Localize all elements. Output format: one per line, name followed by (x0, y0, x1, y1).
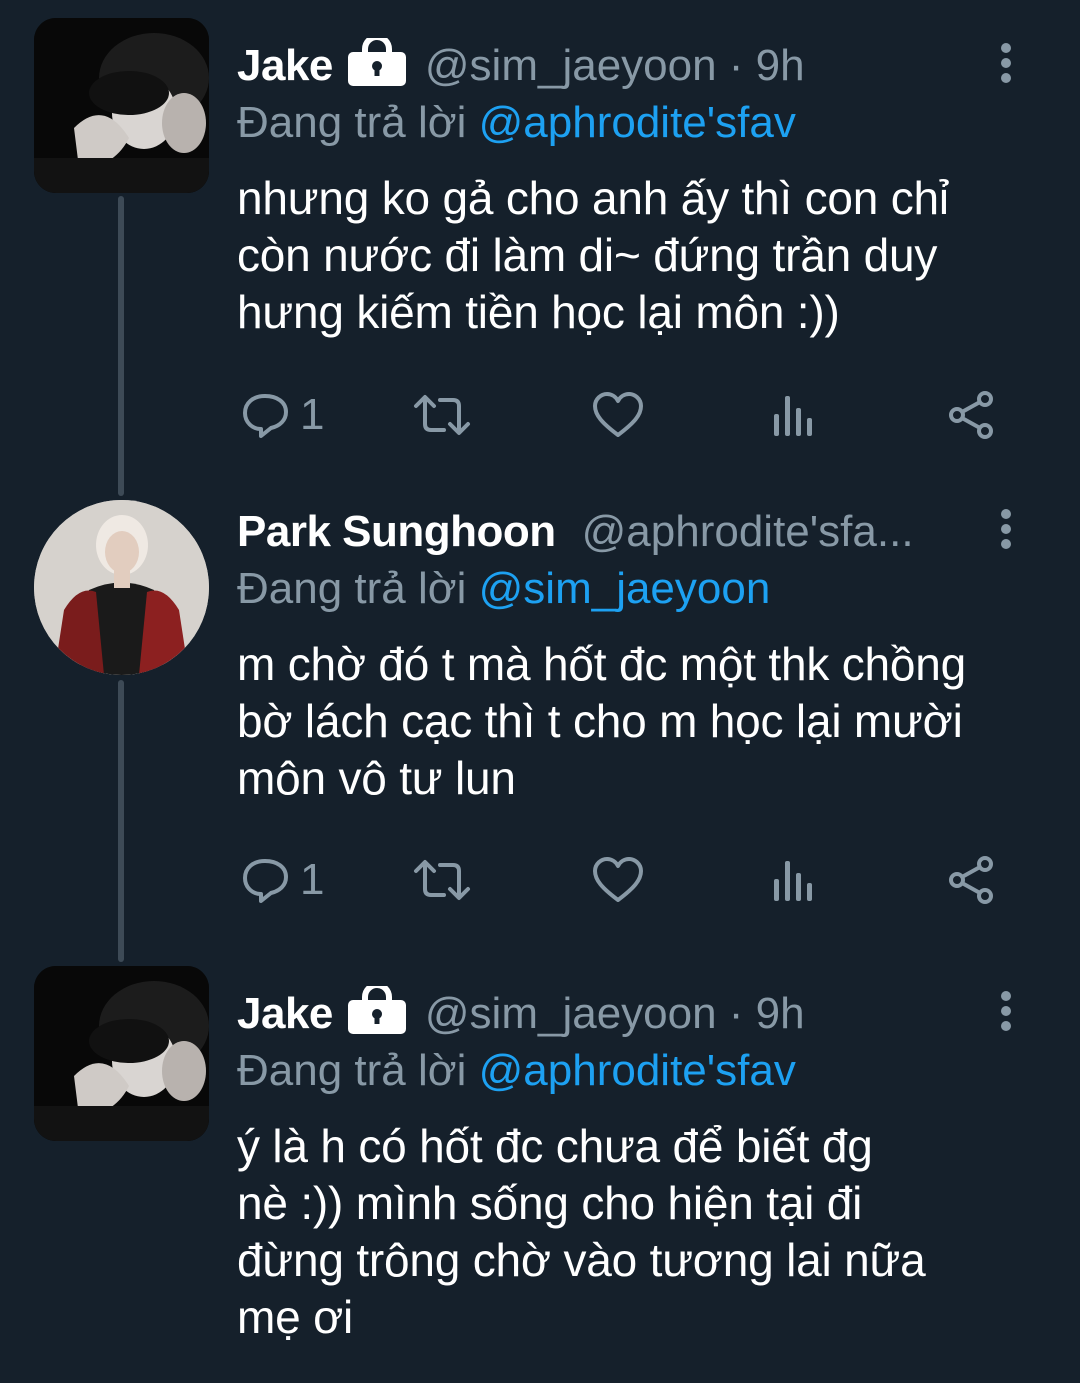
tweet[interactable]: Jake @sim_jaeyoon · 9h Đang trả lời @aph… (0, 940, 1080, 1383)
share-button[interactable] (945, 850, 997, 910)
display-name[interactable]: Jake (237, 41, 333, 91)
action-bar: 1 (237, 385, 1007, 445)
analytics-button[interactable] (770, 850, 816, 910)
tweet-text: ý là h có hốt đc chưa để biết đg nè :)) … (237, 1120, 926, 1343)
reply-icon (243, 394, 288, 438)
retweet-button[interactable] (412, 850, 472, 910)
more-vertical-icon[interactable] (994, 502, 1018, 562)
replying-to: Đang trả lời @sim_jaeyoon (237, 564, 1040, 622)
reply-prefix: Đang trả lời (237, 1046, 479, 1095)
handle-timestamp[interactable]: @sim_jaeyoon · 9h (425, 989, 805, 1039)
retweet-icon (414, 395, 470, 435)
avatar[interactable] (34, 500, 209, 675)
display-name[interactable]: Jake (237, 989, 333, 1039)
reply-mention[interactable]: @aphrodite'sfav (479, 1046, 796, 1095)
avatar[interactable] (34, 966, 209, 1141)
avatar[interactable] (34, 18, 209, 193)
reply-icon (243, 859, 288, 903)
tweet[interactable]: Jake @sim_jaeyoon · 9h Đang trả lời @aph… (0, 0, 1080, 470)
handle-timestamp[interactable]: @sim_jaeyoon · 9h (425, 41, 805, 91)
retweet-button[interactable] (412, 385, 472, 445)
more-vertical-icon[interactable] (994, 984, 1018, 1044)
reply-button[interactable]: 1 (240, 850, 324, 910)
tweet[interactable]: Park Sunghoon @aphrodite'sfa... Đang trả… (0, 470, 1080, 940)
replying-to: Đang trả lời @aphrodite'sfav (237, 98, 1040, 156)
heart-icon (593, 857, 643, 902)
reply-button[interactable]: 1 (240, 385, 324, 445)
tweet-header: Park Sunghoon @aphrodite'sfa... (237, 502, 1040, 562)
reply-prefix: Đang trả lời (237, 98, 479, 147)
analytics-icon (774, 396, 812, 436)
retweet-icon (414, 860, 470, 900)
lock-icon (347, 34, 407, 86)
reply-prefix: Đang trả lời (237, 564, 479, 613)
analytics-icon (774, 861, 812, 901)
action-bar: 1 (237, 850, 1007, 910)
replying-to: Đang trả lời @aphrodite'sfav (237, 1046, 1040, 1104)
reply-mention[interactable]: @sim_jaeyoon (479, 564, 771, 613)
tweet-header: Jake @sim_jaeyoon · 9h (237, 34, 1040, 96)
display-name[interactable]: Park Sunghoon (237, 507, 556, 557)
analytics-button[interactable] (770, 385, 816, 445)
lock-icon (347, 982, 407, 1034)
tweet-text: m chờ đó t mà hốt đc một thk chồng bờ lá… (237, 638, 967, 804)
share-icon (949, 856, 993, 904)
tweet-text: nhưng ko gả cho anh ấy thì con chỉ còn n… (237, 172, 949, 338)
tweet-header: Jake @sim_jaeyoon · 9h (237, 982, 1040, 1044)
handle-timestamp[interactable]: @aphrodite'sfa... (582, 507, 914, 557)
more-vertical-icon[interactable] (994, 36, 1018, 96)
like-button[interactable] (592, 850, 644, 910)
heart-icon (593, 392, 643, 437)
reply-count: 1 (300, 855, 325, 904)
reply-mention[interactable]: @aphrodite'sfav (479, 98, 796, 147)
share-button[interactable] (945, 385, 997, 445)
share-icon (949, 391, 993, 439)
like-button[interactable] (592, 385, 644, 445)
reply-count: 1 (300, 390, 325, 439)
